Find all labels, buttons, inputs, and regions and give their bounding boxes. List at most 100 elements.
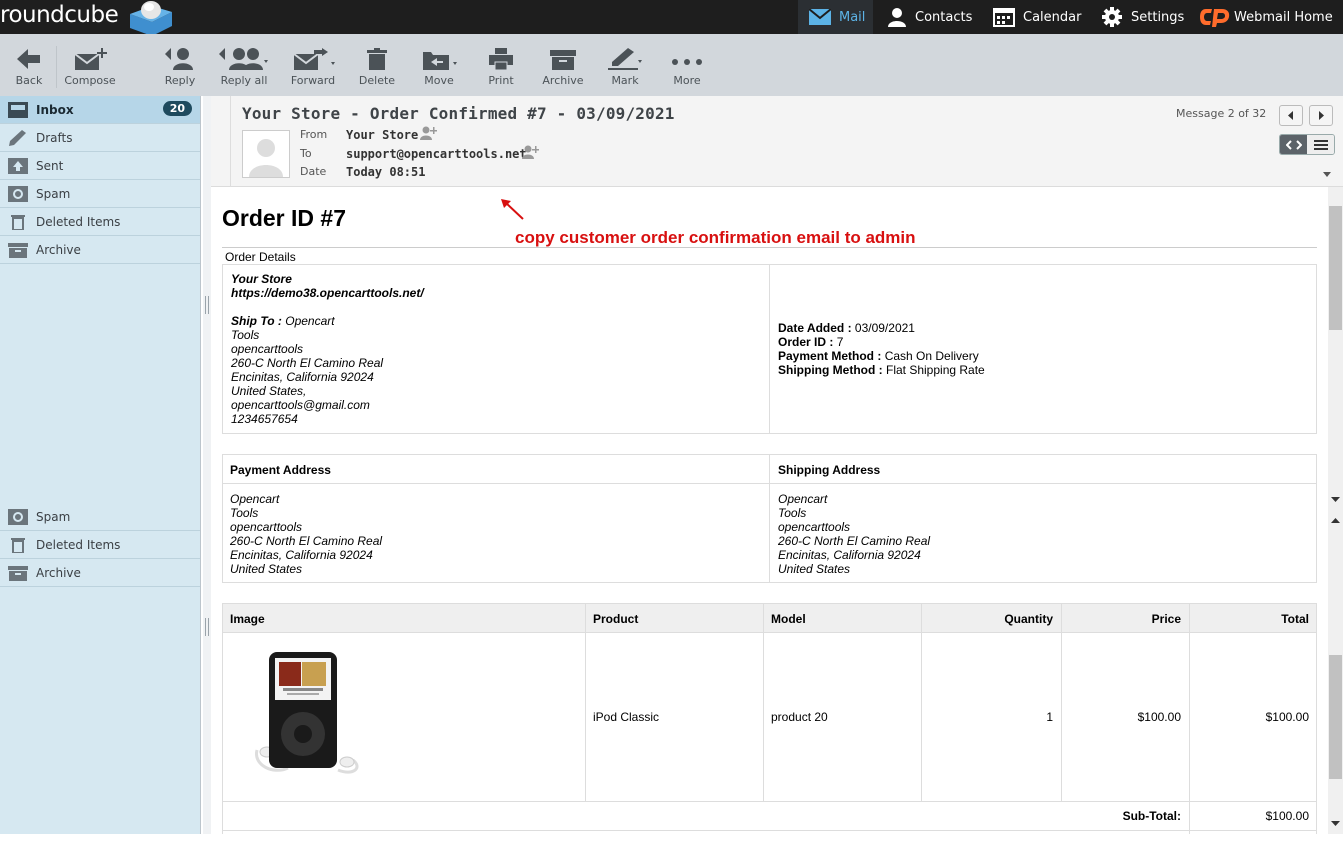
reply-all-button[interactable]: Reply all	[216, 48, 272, 87]
print-label: Print	[488, 74, 514, 87]
compose-button[interactable]: Compose	[64, 48, 116, 87]
ship-to-line: Encinitas, California 92024	[231, 370, 374, 384]
more-label: More	[673, 74, 701, 87]
shipping-address-label: Shipping Address	[778, 463, 881, 477]
folder-archive[interactable]: Archive	[0, 559, 200, 587]
folder-label: Archive	[36, 242, 81, 257]
product-name: iPod Classic	[593, 710, 660, 724]
col-total: Total	[1281, 612, 1309, 626]
payment-address-line: Tools	[230, 506, 259, 520]
reply-icon	[165, 48, 193, 70]
nav-calendar[interactable]: Calendar	[993, 0, 1081, 34]
folder-label: Drafts	[36, 130, 73, 145]
folder-inbox[interactable]: Inbox 20	[0, 96, 200, 124]
view-toggle[interactable]	[1279, 134, 1335, 155]
shipping-method-value: Flat Shipping Rate	[886, 363, 985, 377]
order-details-table: Your Store https://demo38.opencarttools.…	[222, 264, 1317, 434]
calendar-icon	[993, 8, 1015, 27]
scroll-down-arrow-icon[interactable]	[1331, 497, 1340, 503]
payment-method: Payment Method : Cash On Delivery	[778, 349, 979, 363]
order-id: Order ID : 7	[778, 335, 843, 349]
column-divider	[769, 265, 770, 433]
sent-icon	[8, 158, 28, 174]
printer-icon	[489, 48, 513, 70]
prev-message-button[interactable]	[1279, 105, 1303, 126]
contacts-icon	[888, 8, 906, 27]
scroll-up-arrow-icon[interactable]	[1331, 517, 1340, 523]
address-table: Payment Address Shipping Address Opencar…	[222, 454, 1317, 583]
from-value[interactable]: Your Store	[346, 128, 418, 142]
col-image: Image	[230, 612, 265, 626]
print-button[interactable]: Print	[484, 48, 518, 87]
scrollbar-thumb[interactable]	[1329, 206, 1342, 330]
folder-sent[interactable]: Sent	[0, 152, 200, 180]
reply-button[interactable]: Reply	[160, 48, 200, 87]
back-button[interactable]: Back	[14, 48, 44, 87]
cpanel-icon	[1200, 9, 1230, 27]
row-divider	[223, 830, 1316, 831]
ship-to-email[interactable]: opencarttools@gmail.com	[231, 398, 370, 412]
column-divider	[1189, 604, 1190, 834]
ship-to: Ship To : Opencart	[231, 314, 335, 328]
annotation-text: copy customer order confirmation email t…	[515, 228, 916, 247]
folder-deleted-items[interactable]: Deleted Items	[0, 531, 200, 559]
col-price: Price	[1151, 612, 1181, 626]
move-button[interactable]: Move	[418, 48, 460, 87]
row-divider	[223, 483, 1316, 484]
folder-label: Deleted Items	[36, 214, 121, 229]
mail-icon	[809, 9, 831, 25]
archive-box-icon	[550, 50, 576, 70]
more-dots-icon	[672, 59, 702, 65]
add-contact-icon[interactable]	[420, 126, 438, 140]
annotation-arrow-icon	[501, 199, 524, 220]
gear-icon	[1102, 7, 1122, 27]
forward-label: Forward	[290, 74, 336, 87]
plain-view-toggle[interactable]	[1307, 135, 1334, 154]
ship-to-line: United States,	[231, 384, 307, 398]
next-message-button[interactable]	[1309, 105, 1333, 126]
nav-webmail-home[interactable]: Webmail Home	[1200, 0, 1333, 34]
folder-archive[interactable]: Archive	[0, 236, 200, 264]
nav-contacts[interactable]: Contacts	[887, 0, 972, 34]
payment-address-line: opencarttools	[230, 520, 303, 534]
chevron-down-icon[interactable]	[1323, 172, 1331, 178]
forward-button[interactable]: Forward	[288, 48, 338, 87]
shipping-address-line: United States	[778, 562, 851, 576]
folder-spam[interactable]: Spam	[0, 180, 200, 208]
folder-drafts[interactable]: Drafts	[0, 124, 200, 152]
archive-button[interactable]: Archive	[540, 48, 586, 87]
sidebar-splitter[interactable]	[203, 96, 211, 834]
pencil-icon	[9, 130, 26, 146]
message-subject: Your Store - Order Confirmed #7 - 03/09/…	[242, 104, 675, 123]
archive-icon	[8, 243, 28, 258]
scroll-down-arrow-icon[interactable]	[1331, 821, 1340, 827]
folder-deleted-items[interactable]: Deleted Items	[0, 208, 200, 236]
logo-text: roundcube	[0, 2, 119, 28]
html-view-toggle[interactable]	[1280, 135, 1307, 154]
nav-settings[interactable]: Settings	[1101, 0, 1184, 34]
more-button[interactable]: More	[668, 48, 706, 87]
to-value[interactable]: support@opencarttools.net	[346, 147, 527, 161]
delete-button[interactable]: Delete	[358, 48, 396, 87]
nav-mail[interactable]: Mail	[798, 0, 873, 34]
payment-address-line: Opencart	[230, 492, 280, 506]
store-url[interactable]: https://demo38.opencarttools.net/	[231, 286, 424, 300]
col-quantity: Quantity	[1004, 612, 1053, 626]
scrollbar-thumb[interactable]	[1329, 655, 1342, 779]
shipping-address-line: opencarttools	[778, 520, 851, 534]
mark-button[interactable]: Mark	[604, 48, 646, 87]
compose-label: Compose	[64, 74, 116, 87]
folder-spam[interactable]: Spam	[0, 503, 200, 531]
reply-all-label: Reply all	[220, 74, 268, 87]
archive-icon	[8, 566, 28, 581]
column-divider	[585, 604, 586, 801]
product-total: $100.00	[1265, 710, 1309, 724]
from-label: From	[300, 128, 328, 141]
bottom-strip	[0, 834, 1343, 867]
nav-webmail-label: Webmail Home	[1234, 9, 1333, 25]
add-contact-icon[interactable]	[522, 145, 540, 159]
date-label: Date	[300, 165, 327, 178]
splitter-grip-icon	[205, 618, 209, 636]
divider	[222, 247, 1317, 248]
splitter-grip-icon	[205, 296, 209, 314]
